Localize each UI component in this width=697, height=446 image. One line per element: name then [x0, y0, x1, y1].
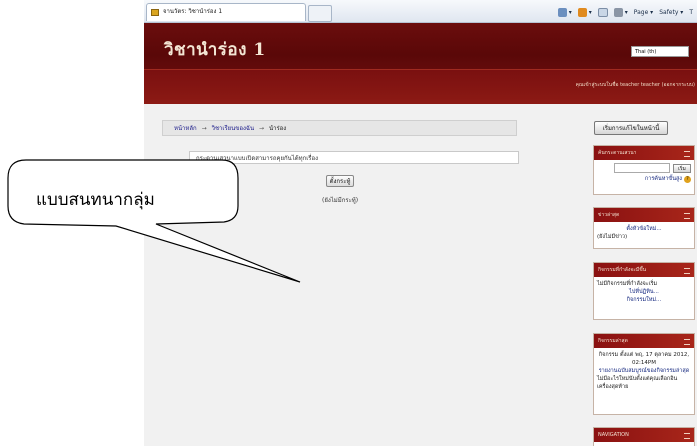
speech-callout [7, 159, 301, 283]
callout-text: แบบสนทนากลุ่ม [36, 190, 155, 210]
callout-bubble-shape [7, 159, 301, 283]
